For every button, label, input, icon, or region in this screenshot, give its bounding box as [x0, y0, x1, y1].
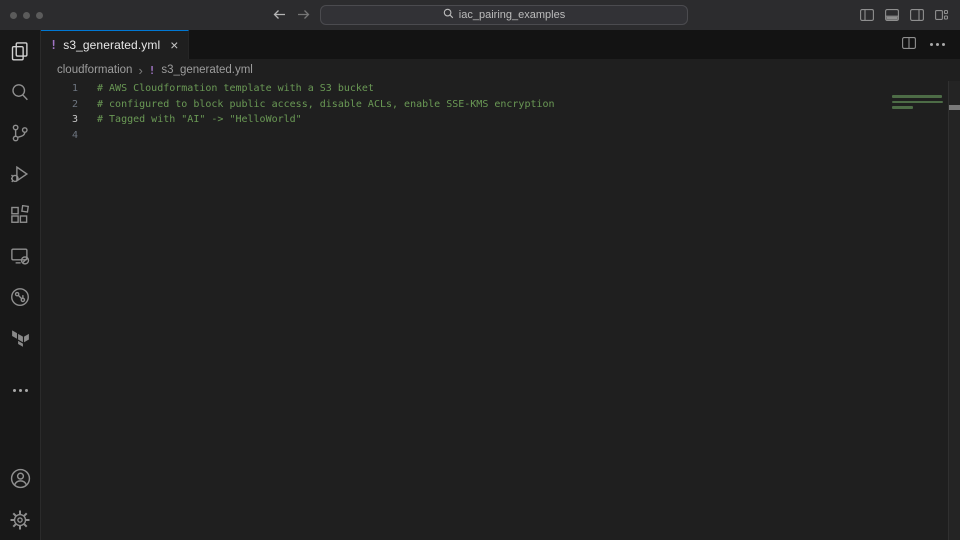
line-number: 1 — [41, 81, 78, 97]
activity-bar — [0, 30, 41, 540]
settings-gear-icon[interactable] — [0, 499, 41, 540]
more-actions-icon[interactable] — [0, 370, 41, 411]
remote-explorer-icon[interactable] — [0, 235, 41, 276]
scrollbar-overview-ruler[interactable] — [948, 81, 960, 540]
code-line-3[interactable]: 3 # Tagged with "AI" -> "HelloWorld" — [41, 112, 960, 128]
breadcrumb-folder[interactable]: cloudformation — [57, 64, 132, 76]
code-line-1[interactable]: 1 # AWS Cloudformation template with a S… — [41, 81, 960, 97]
editor-group: ! s3_generated.yml × cloudformation › ! … — [41, 30, 960, 540]
chevron-right-icon: › — [138, 64, 142, 77]
code-text: # AWS Cloudformation template with a S3 … — [78, 81, 374, 97]
line-number: 3 — [41, 112, 78, 128]
toggle-right-panel-icon[interactable] — [910, 8, 924, 26]
tab-bar: ! s3_generated.yml × — [41, 30, 960, 59]
breadcrumb-file[interactable]: s3_generated.yml — [161, 64, 252, 76]
terraform-icon[interactable] — [0, 317, 41, 358]
tab-s3-generated-yml[interactable]: ! s3_generated.yml × — [41, 30, 189, 59]
line-number: 4 — [41, 128, 78, 144]
code-text — [78, 128, 97, 144]
yaml-file-icon-small: ! — [149, 64, 156, 77]
forward-arrow-icon[interactable] — [296, 8, 311, 26]
code-text: # configured to block public access, dis… — [78, 97, 555, 113]
accounts-icon[interactable] — [0, 458, 41, 499]
split-editor-icon[interactable] — [902, 36, 916, 54]
source-control-icon[interactable] — [0, 112, 41, 153]
git-graph-icon[interactable] — [0, 276, 41, 317]
code-line-2[interactable]: 2 # configured to block public access, d… — [41, 97, 960, 113]
minimize-window-button[interactable] — [23, 12, 30, 19]
search-sidebar-icon[interactable] — [0, 71, 41, 112]
customize-layout-icon[interactable] — [935, 8, 948, 26]
toggle-bottom-panel-icon[interactable] — [885, 8, 899, 26]
extensions-icon[interactable] — [0, 194, 41, 235]
run-and-debug-icon[interactable] — [0, 153, 41, 194]
back-arrow-icon[interactable] — [272, 8, 287, 26]
code-text: # Tagged with "AI" -> "HelloWorld" — [78, 112, 302, 128]
toggle-left-panel-icon[interactable] — [860, 8, 874, 26]
code-editor[interactable]: 1 # AWS Cloudformation template with a S… — [41, 81, 960, 540]
tab-label: s3_generated.yml — [63, 38, 160, 52]
breadcrumb: cloudformation › ! s3_generated.yml — [41, 59, 960, 81]
window-controls[interactable] — [10, 12, 43, 19]
explorer-icon[interactable] — [0, 30, 41, 71]
title-bar: iac_pairing_examples — [0, 0, 960, 30]
search-icon — [443, 8, 454, 22]
command-center-text: iac_pairing_examples — [459, 9, 565, 21]
line-number: 2 — [41, 97, 78, 113]
editor-more-actions-icon[interactable] — [930, 43, 945, 46]
close-tab-icon[interactable]: × — [170, 38, 178, 52]
yaml-file-icon: ! — [50, 38, 57, 52]
zoom-window-button[interactable] — [36, 12, 43, 19]
cursor-position-marker — [949, 105, 960, 110]
close-window-button[interactable] — [10, 12, 17, 19]
minimap[interactable] — [892, 95, 944, 112]
code-line-4[interactable]: 4 — [41, 128, 960, 144]
command-center-search[interactable]: iac_pairing_examples — [320, 5, 688, 25]
